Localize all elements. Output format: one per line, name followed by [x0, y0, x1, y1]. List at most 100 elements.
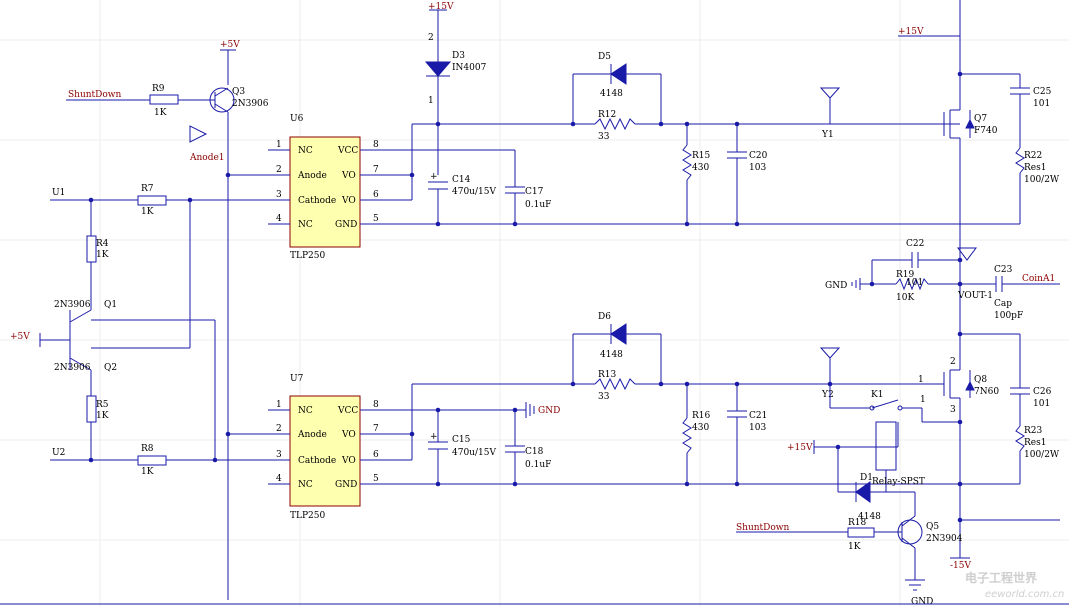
- svg-text:430: 430: [692, 423, 709, 433]
- svg-text:8: 8: [373, 400, 379, 410]
- svg-text:7: 7: [373, 165, 379, 175]
- svg-text:Res1: Res1: [1024, 163, 1046, 173]
- q3-ref: Q3: [232, 87, 245, 97]
- svg-text:470u/15V: 470u/15V: [452, 187, 496, 197]
- svg-text:3: 3: [276, 190, 282, 200]
- svg-text:Cathode: Cathode: [298, 456, 336, 466]
- svg-text:C21: C21: [749, 411, 767, 421]
- svg-text:7: 7: [373, 424, 379, 434]
- svg-text:C25: C25: [1033, 87, 1052, 97]
- svg-text:4148: 4148: [600, 350, 623, 360]
- svg-text:Relay-SPST: Relay-SPST: [872, 477, 925, 487]
- svg-text:R22: R22: [1024, 151, 1042, 161]
- c14-capacitor: + C14 470u/15V: [428, 172, 496, 224]
- u7-optocoupler: U7 TLP250 1 2 3 4 NC Anode Cathode NC VC…: [268, 374, 412, 521]
- svg-text:C17: C17: [525, 187, 544, 197]
- y1-netport: Y1: [819, 87, 841, 140]
- svg-text:ShuntDown: ShuntDown: [736, 523, 790, 533]
- r13-resistor: R13 33: [594, 370, 938, 402]
- svg-text:VO: VO: [341, 171, 356, 181]
- svg-text:VOUT-1: VOUT-1: [957, 291, 993, 301]
- r5-resistor: R5 1K: [86, 395, 109, 460]
- svg-text:101: 101: [1033, 99, 1050, 109]
- svg-text:VO: VO: [341, 456, 356, 466]
- svg-text:NC: NC: [298, 146, 313, 156]
- svg-text:R13: R13: [598, 370, 617, 380]
- c18-capacitor: C18 0.1uF: [505, 410, 551, 484]
- svg-text:GND: GND: [825, 281, 847, 291]
- svg-text:VCC: VCC: [337, 146, 358, 156]
- u2-net: U2 R8 1K: [50, 444, 268, 477]
- d3-diode: +15V 2 1 D3 IN4007: [424, 2, 487, 124]
- r22-resistor: R22 Res1 100/2W: [960, 147, 1060, 225]
- svg-text:101: 101: [1033, 399, 1050, 409]
- svg-text:470u/15V: 470u/15V: [452, 448, 496, 458]
- schematic-canvas: +5V ShuntDown R9 1K Q3 2N3906 Anode1 U1 …: [0, 0, 1069, 607]
- c18-gnd: GND: [525, 402, 560, 418]
- svg-text:1K: 1K: [848, 542, 861, 552]
- shutdown-top-label: ShuntDown: [68, 90, 122, 100]
- svg-text:D5: D5: [598, 52, 611, 62]
- u1-label: U1: [52, 188, 65, 198]
- d3-val: IN4007: [452, 63, 487, 73]
- svg-text:C14: C14: [452, 175, 471, 185]
- svg-text:C26: C26: [1033, 387, 1052, 397]
- svg-text:2: 2: [428, 33, 434, 43]
- svg-text:电子工程世界: 电子工程世界: [965, 570, 1037, 585]
- r16-resistor: R16 430: [682, 384, 711, 487]
- svg-text:GND: GND: [335, 480, 357, 490]
- c17-capacitor: C17 0.1uF: [505, 186, 551, 224]
- svg-text:R18: R18: [848, 518, 867, 528]
- svg-text:VO: VO: [341, 196, 356, 206]
- svg-text:1: 1: [276, 140, 282, 150]
- svg-text:NC: NC: [298, 220, 313, 230]
- svg-text:10K: 10K: [896, 293, 914, 303]
- svg-text:Q8: Q8: [974, 375, 987, 385]
- shutdown-top-net: ShuntDown R9 1K: [66, 84, 215, 118]
- svg-text:100/2W: 100/2W: [1024, 175, 1060, 185]
- svg-text:Q5: Q5: [926, 522, 939, 532]
- svg-text:2: 2: [276, 165, 282, 175]
- svg-text:Q7: Q7: [974, 114, 987, 124]
- svg-text:D1: D1: [860, 473, 873, 483]
- svg-text:Cap: Cap: [994, 299, 1012, 309]
- r9-ref: R9: [152, 84, 165, 94]
- svg-text:-15V: -15V: [950, 561, 971, 571]
- svg-text:101: 101: [906, 278, 923, 288]
- svg-text:Res1: Res1: [1024, 438, 1046, 448]
- r15-resistor: R15 430: [682, 124, 711, 227]
- r23-resistor: R23 Res1 100/2W: [957, 425, 1060, 487]
- svg-text:NC: NC: [298, 406, 313, 416]
- c21-capacitor: C21 103: [727, 384, 767, 487]
- c26-capacitor: C26 101: [1010, 334, 1052, 426]
- q1-q2-pair: +5V 2N3906 Q1 2N3906 Q2: [10, 200, 216, 460]
- r8-ref: R8: [141, 444, 154, 454]
- svg-text:Y2: Y2: [821, 390, 834, 400]
- svg-text:103: 103: [749, 423, 766, 433]
- u7-part: TLP250: [290, 511, 325, 521]
- svg-text:GND: GND: [335, 220, 357, 230]
- r4-resistor: R4 1K: [86, 200, 109, 300]
- svg-text:F740: F740: [974, 126, 998, 136]
- watermark: 电子工程世界 eeworld.com.cn: [965, 570, 1064, 600]
- r7-val: 1K: [141, 207, 154, 217]
- svg-text:CoinA1: CoinA1: [1022, 274, 1055, 284]
- svg-text:C20: C20: [749, 151, 768, 161]
- m15-supply: -15V: [950, 517, 1060, 571]
- svg-text:103: 103: [749, 163, 766, 173]
- svg-text:1: 1: [428, 96, 434, 106]
- q2-ref: Q2: [104, 363, 117, 373]
- svg-text:GND: GND: [911, 597, 933, 607]
- svg-text:Cathode: Cathode: [298, 196, 336, 206]
- svg-text:R16: R16: [692, 411, 711, 421]
- relay-coil: +15V D1 Relay-SPST 4148: [787, 421, 925, 522]
- svg-text:C22: C22: [906, 239, 924, 249]
- u6-ref: U6: [290, 114, 304, 124]
- r5-val: 1K: [96, 411, 109, 421]
- anode1-port: Anode1: [189, 125, 225, 163]
- u6-part: TLP250: [290, 251, 325, 261]
- d6-diode: D6 4148: [572, 312, 662, 384]
- svg-text:0.1uF: 0.1uF: [525, 460, 551, 470]
- svg-text:8: 8: [373, 140, 379, 150]
- r9-val: 1K: [154, 108, 167, 118]
